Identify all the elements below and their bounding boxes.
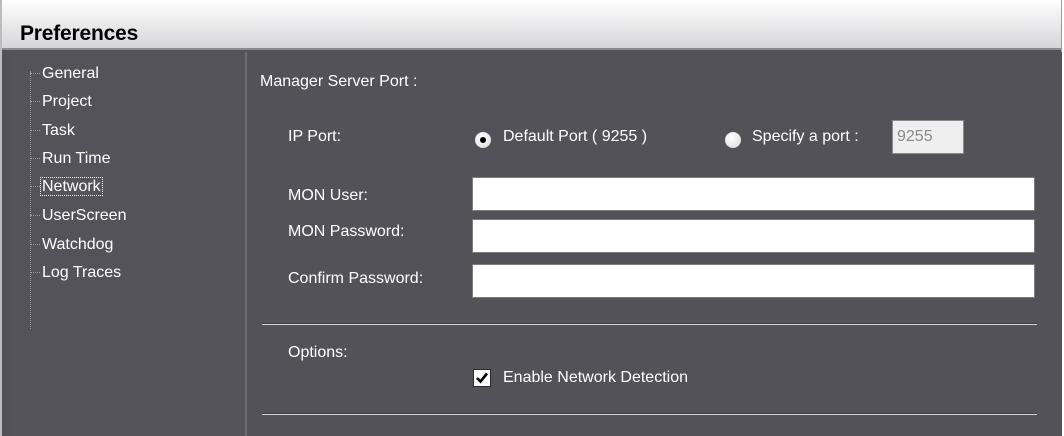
confirm-password-label: Confirm Password:: [288, 270, 424, 287]
network-settings-panel: Manager Server Port : IP Port: Default P…: [247, 52, 1062, 436]
separator: [262, 323, 1037, 325]
specify-port-input[interactable]: 9255: [892, 120, 964, 154]
tree-item-label: Task: [42, 122, 75, 139]
window-title: Preferences: [20, 22, 139, 45]
options-label: Options:: [288, 344, 348, 361]
checkmark-icon: [476, 372, 489, 384]
specify-port-radio[interactable]: [725, 132, 741, 148]
tree-item-label: Network: [40, 177, 103, 196]
preferences-window: Preferences General Project Task Run Tim…: [0, 0, 1062, 436]
tree-item-general[interactable]: General: [30, 64, 100, 84]
default-port-label[interactable]: Default Port ( 9255 ): [503, 128, 647, 146]
ip-port-label: IP Port:: [288, 128, 342, 145]
tree-item-run-time[interactable]: Run Time: [30, 149, 111, 169]
tree-item-label: General: [42, 65, 99, 82]
default-port-radio[interactable]: [475, 132, 491, 148]
tree-item-project[interactable]: Project: [30, 92, 93, 112]
preferences-tree: General Project Task Run Time Network Us…: [10, 52, 247, 436]
mon-user-field[interactable]: [472, 177, 1035, 211]
tree-item-network[interactable]: Network: [30, 177, 103, 197]
tree-item-userscreen[interactable]: UserScreen: [30, 206, 127, 226]
tree-item-label: Run Time: [42, 150, 111, 167]
mon-password-label: MON Password:: [288, 223, 405, 240]
mon-user-label: MON User:: [288, 187, 368, 204]
confirm-password-field[interactable]: [472, 264, 1035, 298]
tree-item-task[interactable]: Task: [30, 121, 76, 141]
tree-item-label: Project: [42, 93, 92, 110]
radio-selected-dot: [480, 137, 486, 143]
separator: [262, 413, 1037, 415]
specify-port-label[interactable]: Specify a port :: [752, 128, 859, 146]
mon-password-field[interactable]: [472, 219, 1035, 253]
enable-network-detection-checkbox[interactable]: [473, 369, 491, 387]
tree-item-label: UserScreen: [42, 207, 127, 224]
title-bar: Preferences: [2, 0, 1061, 50]
section-title: Manager Server Port :: [260, 73, 418, 90]
tree-item-label: Watchdog: [42, 236, 114, 253]
tree-item-label: Log Traces: [42, 264, 122, 281]
enable-network-detection-label[interactable]: Enable Network Detection: [503, 369, 688, 387]
tree-item-watchdog[interactable]: Watchdog: [30, 235, 114, 255]
tree-item-log-traces[interactable]: Log Traces: [30, 263, 122, 283]
